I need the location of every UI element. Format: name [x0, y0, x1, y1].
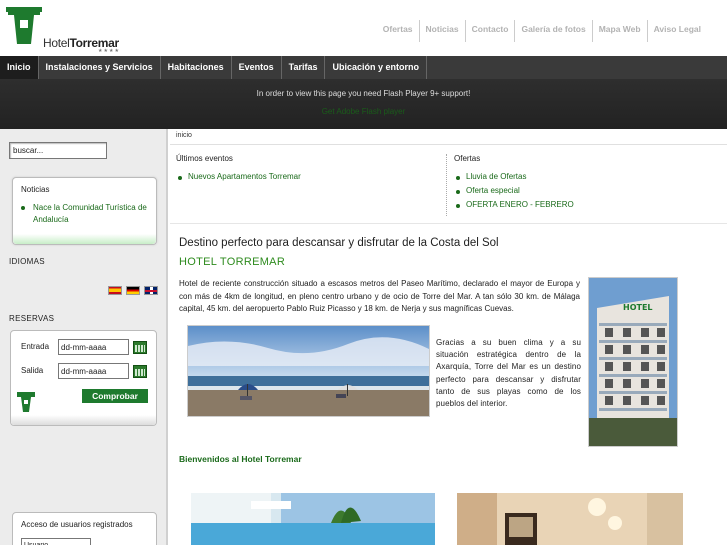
pool-illustration	[191, 493, 435, 545]
bullet-icon	[178, 176, 182, 180]
language-flags	[108, 286, 158, 295]
bullet-icon	[456, 204, 460, 208]
event-item[interactable]: Nuevos Apartamentos Torremar	[188, 172, 301, 181]
top-link-aviso-legal[interactable]: Aviso Legal	[646, 20, 707, 42]
noticias-box: Noticias Nace la Comunidad Turística de …	[12, 177, 157, 245]
pool-photo	[191, 493, 435, 545]
events-panel: Últimos eventos Nuevos Apartamentos Torr…	[170, 146, 727, 224]
reservas-label: RESERVAS	[9, 314, 55, 323]
entrada-label: Entrada	[21, 342, 50, 351]
content-edge	[720, 224, 727, 545]
logo-stars: ★★★★	[98, 48, 120, 54]
bullet-icon	[21, 206, 25, 210]
offer-item[interactable]: OFERTA ENERO - FEBRERO	[466, 200, 574, 209]
room-photo	[457, 493, 683, 545]
offer-item[interactable]: Oferta especial	[466, 186, 520, 195]
beach-scene-illustration	[188, 326, 429, 416]
top-link-mapa-web[interactable]: Mapa Web	[591, 20, 647, 42]
divider	[446, 154, 447, 216]
username-input[interactable]	[21, 538, 91, 545]
events-title: Últimos eventos	[176, 154, 233, 163]
login-title: Acceso de usuarios registrados	[21, 520, 133, 529]
logo-word-hotel: Hotel	[43, 36, 70, 50]
entrada-date-input[interactable]	[58, 339, 129, 355]
headline: Destino perfecto para descansar y disfru…	[179, 237, 499, 249]
idiomas-label: IDIOMAS	[9, 257, 45, 266]
hotel-building-photo: HOTEL	[588, 277, 678, 447]
comprobar-button[interactable]: Comprobar	[82, 389, 148, 403]
flash-message: In order to view this page you need Flas…	[256, 89, 471, 98]
beach-photo	[187, 325, 430, 417]
hotel-name: HOTEL TORREMAR	[179, 256, 286, 268]
calendar-icon[interactable]	[133, 365, 147, 378]
room-illustration	[457, 493, 683, 545]
reservas-box: Entrada Salida Comprobar	[10, 330, 157, 426]
secondary-paragraph: Gracias a su buen clima y a su situación…	[436, 338, 581, 409]
salida-date-input[interactable]	[58, 363, 129, 379]
sidebar: Noticias Nace la Comunidad Turística de …	[0, 129, 168, 545]
building-illustration: HOTEL	[589, 278, 677, 446]
spain-flag-icon[interactable]	[108, 286, 122, 295]
nav-item-habitaciones[interactable]: Habitaciones	[161, 56, 232, 79]
top-link-noticias[interactable]: Noticias	[418, 20, 465, 42]
main-content: inicio Últimos eventos Nuevos Apartament…	[170, 129, 727, 545]
uk-flag-icon[interactable]	[144, 286, 158, 295]
login-box: Acceso de usuarios registrados	[12, 512, 157, 545]
intro-paragraph: Hotel de reciente construcción situado a…	[179, 279, 580, 313]
top-links: Ofertas Noticias Contacto Galería de fot…	[377, 20, 707, 42]
page: HotelTorremar ★★★★ Ofertas Noticias Cont…	[0, 0, 727, 545]
top-link-ofertas[interactable]: Ofertas	[377, 20, 419, 42]
main-nav: Inicio Instalaciones y Servicios Habitac…	[0, 56, 727, 79]
nav-item-tarifas[interactable]: Tarifas	[282, 56, 326, 79]
noticias-title: Noticias	[21, 185, 50, 194]
flash-banner: In order to view this page you need Flas…	[0, 79, 727, 129]
germany-flag-icon[interactable]	[126, 286, 140, 295]
get-flash-link[interactable]: Get Adobe Flash player	[0, 107, 727, 116]
breadcrumb[interactable]: inicio	[170, 129, 727, 145]
bullet-icon	[456, 176, 460, 180]
offers-title: Ofertas	[454, 154, 481, 163]
tower-logo-icon	[6, 7, 42, 44]
calendar-icon[interactable]	[133, 341, 147, 354]
search-input[interactable]	[9, 142, 107, 159]
welcome-heading: Bienvenidos al Hotel Torremar	[179, 454, 302, 464]
nav-item-inicio[interactable]: Inicio	[0, 56, 39, 79]
tower-logo-icon	[17, 392, 35, 412]
building-sign-text: HOTEL	[623, 303, 653, 312]
bullet-icon	[456, 190, 460, 194]
nav-item-eventos[interactable]: Eventos	[232, 56, 282, 79]
top-link-galeria[interactable]: Galería de fotos	[514, 20, 591, 42]
nav-item-instalaciones[interactable]: Instalaciones y Servicios	[39, 56, 161, 79]
salida-label: Salida	[21, 366, 44, 375]
noticias-item[interactable]: Nace la Comunidad Turística de Andalucía	[33, 202, 151, 226]
top-link-contacto[interactable]: Contacto	[464, 20, 515, 42]
header: HotelTorremar ★★★★ Ofertas Noticias Cont…	[0, 0, 727, 56]
hotel-logo[interactable]: HotelTorremar ★★★★	[6, 6, 126, 54]
nav-item-ubicacion[interactable]: Ubicación y entorno	[325, 56, 427, 79]
offer-item[interactable]: Lluvia de Ofertas	[466, 172, 526, 181]
